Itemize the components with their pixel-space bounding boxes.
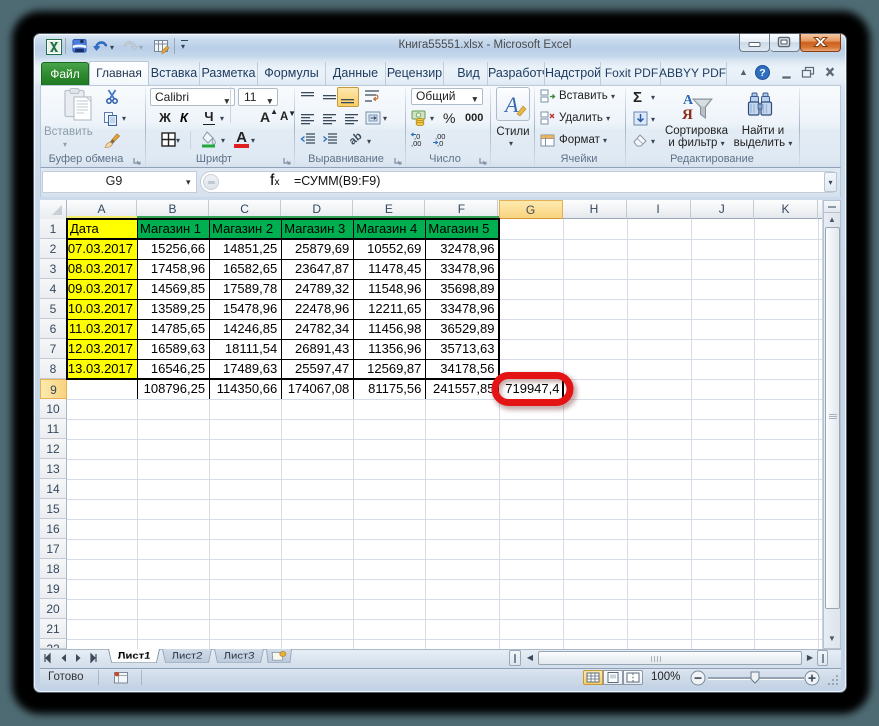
svg-text:,00: ,00	[411, 139, 421, 147]
svg-text:,0: ,0	[437, 139, 443, 147]
svg-text:Я: Я	[682, 107, 693, 120]
svg-text:?: ?	[759, 67, 765, 79]
svg-text:А: А	[683, 93, 694, 108]
svg-text:A: A	[503, 92, 519, 117]
